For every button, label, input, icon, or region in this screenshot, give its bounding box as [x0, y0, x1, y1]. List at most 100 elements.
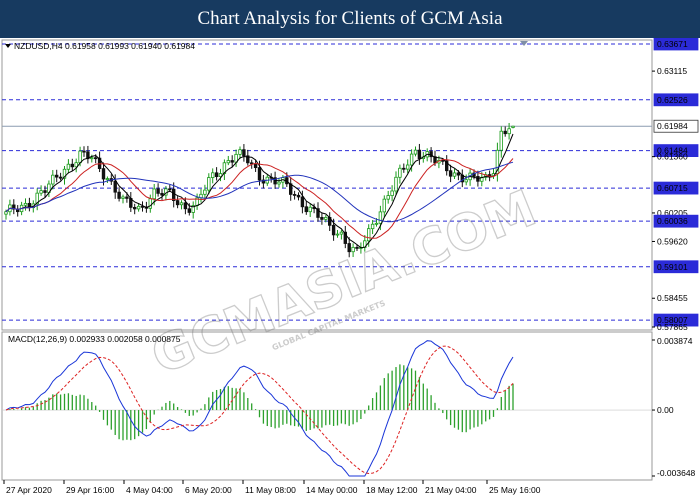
- candle-body: [339, 231, 344, 235]
- candle-body: [187, 208, 191, 213]
- candle-body: [366, 228, 371, 242]
- candle-body: [503, 130, 507, 135]
- candle-body: [324, 216, 328, 220]
- candle-body: [43, 190, 47, 193]
- candle-body: [378, 211, 383, 224]
- time-tick-label: 21 May 04:00: [425, 485, 477, 495]
- candle-body: [448, 170, 453, 177]
- candle-body: [23, 202, 28, 206]
- time-tick-label: 27 Apr 2020: [6, 485, 52, 495]
- candle-body: [320, 217, 324, 220]
- candle-body: [207, 177, 211, 191]
- candle-body: [132, 206, 137, 210]
- candle-body: [413, 149, 418, 155]
- time-tick-label: 4 May 04:00: [126, 485, 173, 495]
- candle-body: [203, 189, 207, 195]
- candle-body: [370, 223, 375, 230]
- candle-body: [226, 160, 230, 164]
- time-tick-label: 25 May 16:00: [489, 485, 541, 495]
- candle-body: [70, 163, 74, 168]
- candle-body: [39, 190, 43, 194]
- candle-body: [179, 202, 184, 206]
- candle-body: [417, 149, 422, 159]
- price-tick-label: 0.61984: [657, 121, 688, 131]
- time-tick-label: 6 May 20:00: [185, 485, 232, 495]
- candle-body: [304, 206, 308, 213]
- candle-body: [82, 150, 86, 153]
- price-tick-label: 0.60715: [657, 183, 688, 193]
- price-tick-label: 0.63115: [657, 66, 687, 76]
- candle-body: [156, 188, 160, 194]
- candle-body: [136, 205, 141, 210]
- candle-body: [78, 150, 82, 164]
- candle-body: [308, 206, 312, 213]
- candle-body: [214, 172, 219, 177]
- time-tick-label: 29 Apr 16:00: [66, 485, 114, 495]
- candle-body: [230, 160, 234, 163]
- candle-body: [374, 222, 379, 225]
- candle-body: [292, 194, 297, 196]
- candle-body: [331, 224, 336, 236]
- price-tick-label: 0.59101: [657, 262, 688, 272]
- candle-body: [386, 195, 390, 200]
- candle-body: [148, 198, 152, 209]
- time-tick-label: 11 May 08:00: [245, 485, 296, 495]
- candle-body: [452, 172, 457, 177]
- candle-body: [51, 174, 55, 185]
- candle-body: [168, 188, 172, 191]
- candle-body: [94, 157, 98, 160]
- candle-body: [257, 167, 262, 181]
- price-tick-label: 0.59620: [657, 236, 688, 246]
- candle-body: [253, 163, 258, 169]
- candle-body: [409, 153, 414, 166]
- candle-body: [125, 196, 129, 199]
- candle-body: [394, 176, 398, 192]
- candle-body: [398, 167, 402, 178]
- candle-body: [117, 191, 121, 199]
- price-tick-label: 0.62526: [657, 95, 688, 105]
- candle-body: [456, 172, 461, 176]
- time-tick-label: 14 May 00:00: [306, 485, 358, 495]
- macd-tick-label: 0.00: [657, 405, 674, 415]
- price-header: NZDUSD,H4 0.61958 0.61993 0.61940 0.6198…: [14, 41, 195, 51]
- candle-body: [4, 211, 8, 215]
- candle-body: [113, 180, 117, 193]
- candle-body: [105, 178, 110, 180]
- candle-body: [296, 194, 301, 198]
- candle-body: [300, 196, 305, 208]
- candle-body: [441, 159, 445, 162]
- price-tick-label: 0.57865: [657, 322, 688, 332]
- macd-tick-label: 0.003874: [657, 336, 693, 346]
- candle-body: [55, 174, 59, 178]
- macd-tick-label: -0.003648: [657, 468, 696, 478]
- price-tick-label: 0.60036: [657, 216, 688, 226]
- time-tick-label: 18 May 12:00: [366, 485, 418, 495]
- banner-title: Chart Analysis for Clients of GCM Asia: [0, 0, 700, 38]
- candle-body: [277, 181, 281, 185]
- candle-body: [335, 233, 340, 236]
- candle-body: [242, 149, 246, 157]
- candle-body: [382, 198, 386, 213]
- price-tick-label: 0.61360: [657, 152, 688, 162]
- candle-body: [511, 125, 515, 128]
- candle-body: [101, 168, 106, 180]
- candle-body: [464, 179, 468, 183]
- candle-body: [90, 157, 94, 160]
- chart-area[interactable]: 0.636710.631150.625260.619840.614840.613…: [0, 38, 700, 500]
- candle-body: [390, 190, 394, 196]
- candle-body: [66, 163, 71, 170]
- candle-body: [210, 172, 215, 178]
- price-tick-label: 0.63671: [657, 39, 688, 49]
- candle-body: [152, 188, 156, 200]
- candle-body: [507, 128, 511, 135]
- candle-body: [58, 176, 63, 179]
- candle-body: [402, 167, 406, 170]
- candle-body: [121, 196, 125, 199]
- candle-body: [499, 130, 503, 151]
- candle-body: [249, 162, 254, 165]
- price-tick-label: 0.58455: [657, 293, 688, 303]
- candle-body: [238, 149, 242, 155]
- candle-body: [405, 164, 410, 170]
- candle-body: [175, 200, 180, 206]
- candle-body: [183, 202, 188, 210]
